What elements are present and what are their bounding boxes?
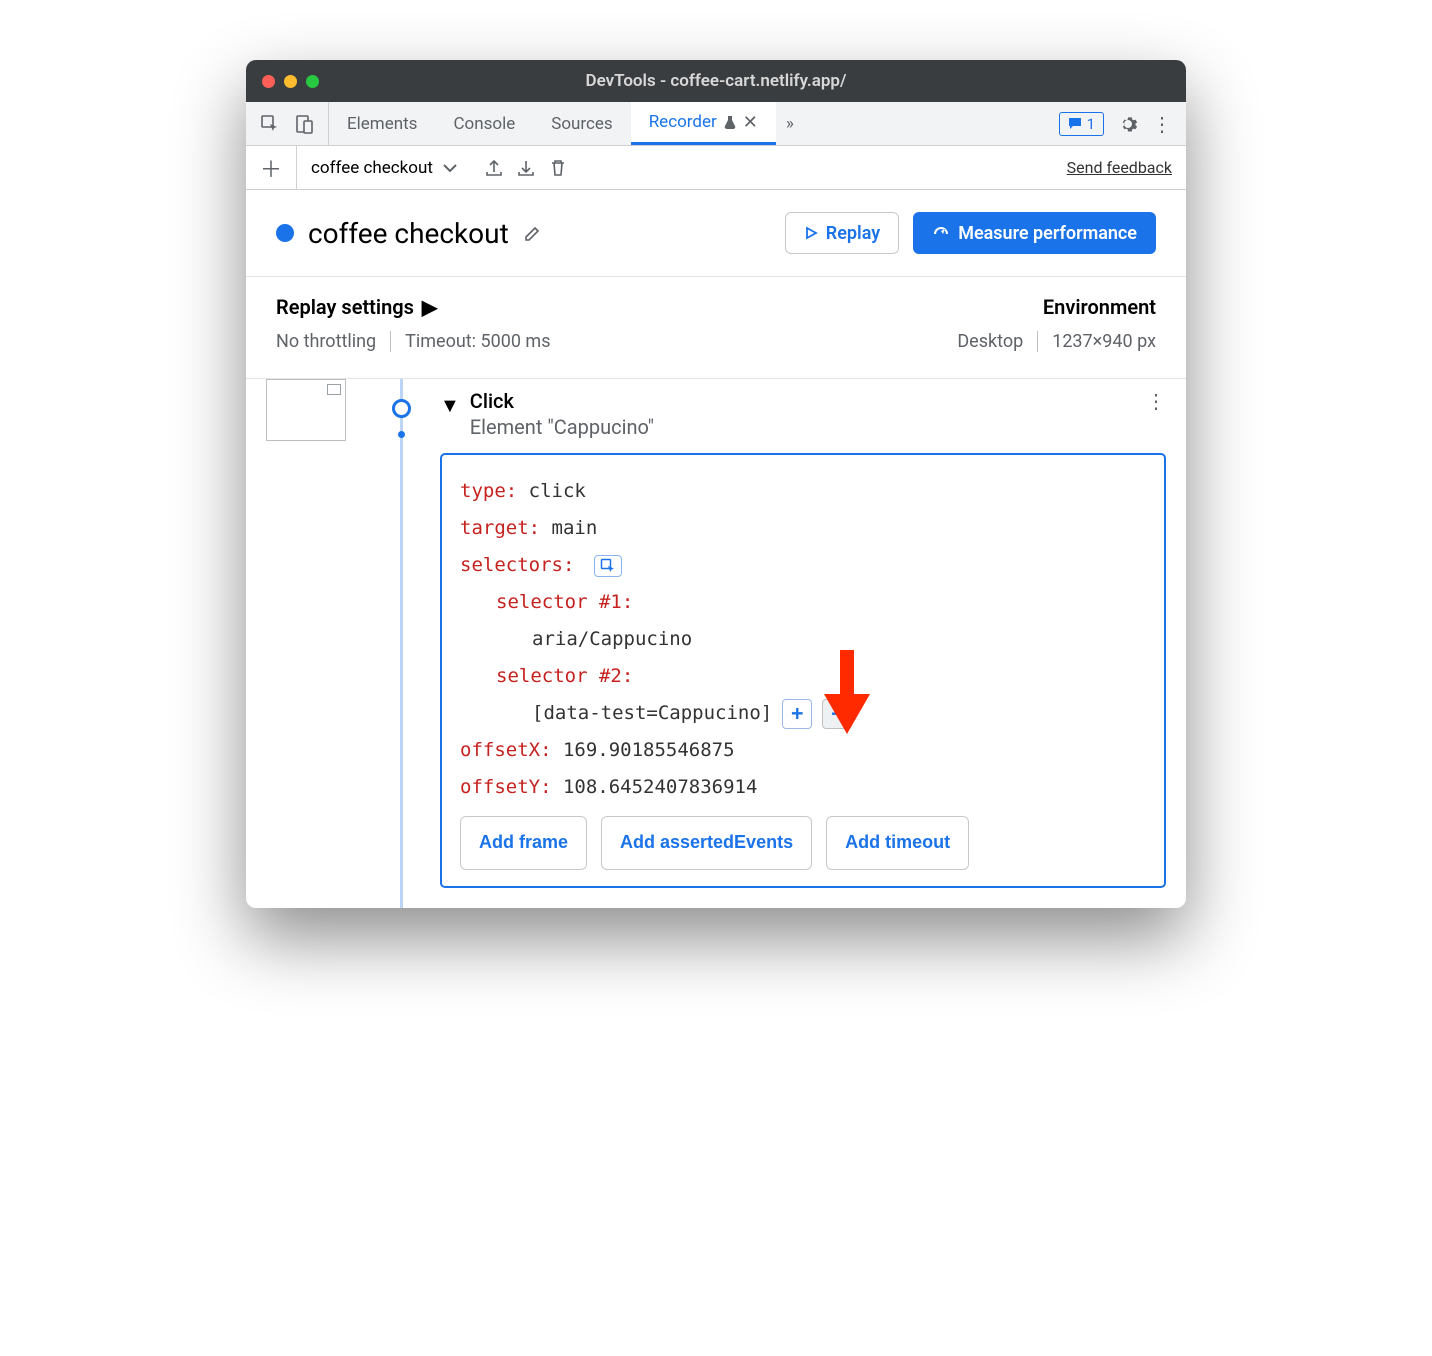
add-selector-button[interactable]: + bbox=[782, 699, 812, 729]
chat-icon bbox=[1068, 117, 1082, 131]
gauge-icon bbox=[932, 224, 950, 242]
field-key-selector1: selector #1 bbox=[496, 591, 622, 613]
timeline-tick bbox=[398, 431, 405, 438]
step-menu-icon[interactable]: ⋮ bbox=[1146, 389, 1166, 413]
timeout-value: Timeout: 5000 ms bbox=[390, 331, 550, 352]
add-timeout-button[interactable]: Add timeout bbox=[826, 816, 969, 869]
device-toolbar-icon[interactable] bbox=[294, 114, 314, 134]
measure-performance-button[interactable]: Measure performance bbox=[913, 212, 1156, 254]
field-value-selector1[interactable]: aria/Cappucino bbox=[532, 628, 692, 650]
tab-label: Console bbox=[453, 114, 515, 134]
field-key-selectors: selectors bbox=[460, 554, 563, 576]
field-key-offsety: offsetY bbox=[460, 776, 540, 798]
issues-count: 1 bbox=[1087, 115, 1095, 133]
field-key-selector2: selector #2 bbox=[496, 665, 622, 687]
recording-select[interactable]: coffee checkout bbox=[296, 146, 471, 189]
close-window-button[interactable] bbox=[262, 75, 275, 88]
environment-label: Environment bbox=[1043, 295, 1156, 319]
field-value-selector2[interactable]: [data-test=Cappucino] bbox=[532, 695, 772, 732]
delete-icon[interactable] bbox=[549, 159, 567, 177]
kebab-menu-icon[interactable]: ⋮ bbox=[1152, 112, 1172, 136]
field-value-offsetx[interactable]: 169.90185546875 bbox=[563, 739, 735, 761]
tab-label: Recorder bbox=[649, 112, 717, 132]
replay-settings-title: Replay settings bbox=[276, 295, 414, 319]
chevron-down-icon bbox=[443, 163, 457, 173]
field-value-offsety[interactable]: 108.6452407836914 bbox=[563, 776, 757, 798]
step-column: ▼ Click Element "Cappucino" ⋮ type: clic… bbox=[440, 379, 1186, 908]
import-icon[interactable] bbox=[517, 159, 535, 177]
tab-label: Sources bbox=[551, 114, 612, 134]
step-body: type: click target: main selectors: sele… bbox=[440, 453, 1166, 888]
close-tab-icon[interactable]: ✕ bbox=[743, 112, 758, 133]
minimize-window-button[interactable] bbox=[284, 75, 297, 88]
recording-title: coffee checkout bbox=[308, 217, 509, 250]
device-value: Desktop bbox=[957, 331, 1023, 352]
field-key-type: type bbox=[460, 480, 506, 502]
play-icon bbox=[804, 226, 818, 240]
edit-title-icon[interactable] bbox=[523, 223, 543, 243]
more-tabs-button[interactable]: » bbox=[776, 102, 804, 145]
field-key-offsetx: offsetX bbox=[460, 739, 540, 761]
timeline-line bbox=[400, 379, 403, 908]
thumbnail-column bbox=[246, 379, 356, 908]
gear-icon[interactable] bbox=[1118, 114, 1138, 134]
maximize-window-button[interactable] bbox=[306, 75, 319, 88]
export-icon[interactable] bbox=[485, 159, 503, 177]
devtools-tabbar: Elements Console Sources Recorder ✕ » 1 … bbox=[246, 102, 1186, 146]
devtools-window: DevTools - coffee-cart.netlify.app/ Elem… bbox=[246, 60, 1186, 908]
step-header[interactable]: ▼ Click Element "Cappucino" ⋮ bbox=[440, 389, 1166, 439]
flask-icon bbox=[723, 115, 737, 129]
chevron-right-double-icon: » bbox=[786, 114, 794, 134]
tab-label: Elements bbox=[347, 114, 417, 134]
add-frame-button[interactable]: Add frame bbox=[460, 816, 587, 869]
chevron-right-icon: ▶ bbox=[422, 295, 437, 319]
window-titlebar: DevTools - coffee-cart.netlify.app/ bbox=[246, 60, 1186, 102]
step-thumbnail[interactable] bbox=[266, 379, 346, 441]
issues-badge[interactable]: 1 bbox=[1059, 112, 1104, 136]
timeline-node[interactable] bbox=[392, 399, 411, 418]
tab-recorder[interactable]: Recorder ✕ bbox=[631, 102, 776, 145]
recorder-body: ▼ Click Element "Cappucino" ⋮ type: clic… bbox=[246, 379, 1186, 908]
window-controls bbox=[262, 75, 319, 88]
caret-down-icon: ▼ bbox=[440, 393, 460, 418]
field-value-type[interactable]: click bbox=[529, 480, 586, 502]
environment-title: Environment bbox=[957, 295, 1156, 319]
tab-console[interactable]: Console bbox=[435, 102, 533, 145]
measure-button-label: Measure performance bbox=[958, 223, 1137, 244]
dimensions-value: 1237×940 px bbox=[1037, 331, 1156, 352]
throttling-value: No throttling bbox=[276, 331, 376, 352]
send-feedback-link[interactable]: Send feedback bbox=[1067, 158, 1172, 177]
add-assertedevents-button[interactable]: Add assertedEvents bbox=[601, 816, 812, 869]
recording-status-dot bbox=[276, 224, 294, 242]
new-recording-icon[interactable]: ＋ bbox=[260, 152, 282, 184]
annotation-arrow-icon bbox=[824, 650, 870, 734]
step-kind: Click bbox=[470, 389, 1136, 413]
inspect-element-icon[interactable] bbox=[260, 114, 280, 134]
settings-row: Replay settings ▶ No throttling Timeout:… bbox=[246, 276, 1186, 379]
replay-settings-toggle[interactable]: Replay settings ▶ bbox=[276, 295, 551, 319]
recording-select-label: coffee checkout bbox=[311, 158, 433, 178]
tab-elements[interactable]: Elements bbox=[329, 102, 435, 145]
tab-sources[interactable]: Sources bbox=[533, 102, 630, 145]
timeline-column bbox=[356, 379, 440, 908]
field-key-target: target bbox=[460, 517, 529, 539]
step-subtitle: Element "Cappucino" bbox=[470, 415, 1136, 439]
replay-button[interactable]: Replay bbox=[785, 212, 899, 254]
field-value-target[interactable]: main bbox=[552, 517, 598, 539]
replay-button-label: Replay bbox=[826, 223, 880, 244]
recorder-toolbar: ＋ coffee checkout Send feedback bbox=[246, 146, 1186, 190]
element-picker-icon[interactable] bbox=[594, 555, 622, 577]
recording-header: coffee checkout Replay Measure performan… bbox=[246, 190, 1186, 276]
window-title: DevTools - coffee-cart.netlify.app/ bbox=[586, 71, 847, 91]
